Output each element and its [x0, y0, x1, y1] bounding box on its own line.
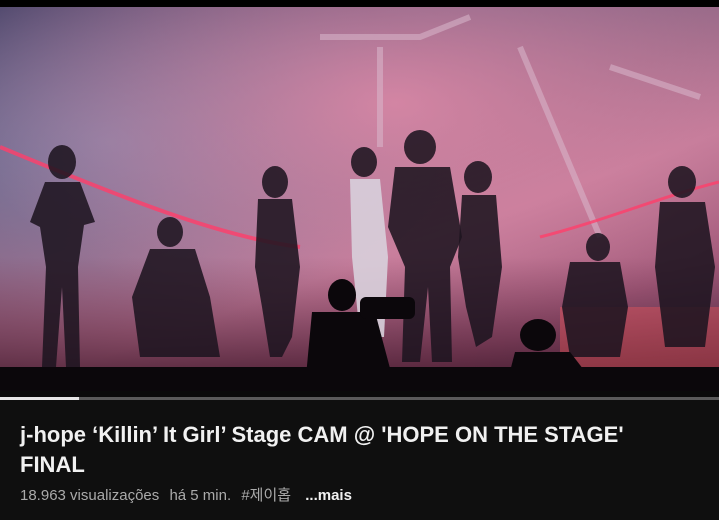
video-player[interactable] — [0, 7, 719, 391]
video-frame — [0, 7, 719, 391]
view-count: 18.963 visualizações — [20, 487, 160, 504]
more-button[interactable]: ...mais — [305, 487, 352, 504]
video-watch-page: j-hope ‘Killin’ It Girl’ Stage CAM @ 'HO… — [0, 0, 719, 520]
hashtag-link[interactable]: #제이홉 — [241, 487, 291, 504]
video-title[interactable]: j-hope ‘Killin’ It Girl’ Stage CAM @ 'HO… — [20, 420, 680, 480]
video-info-panel[interactable]: j-hope ‘Killin’ It Girl’ Stage CAM @ 'HO… — [0, 400, 719, 520]
upload-time: há 5 min. — [169, 487, 232, 504]
status-bar-strip — [0, 0, 719, 7]
video-metadata[interactable]: 18.963 visualizações há 5 min. #제이홉 ...m… — [20, 486, 358, 506]
